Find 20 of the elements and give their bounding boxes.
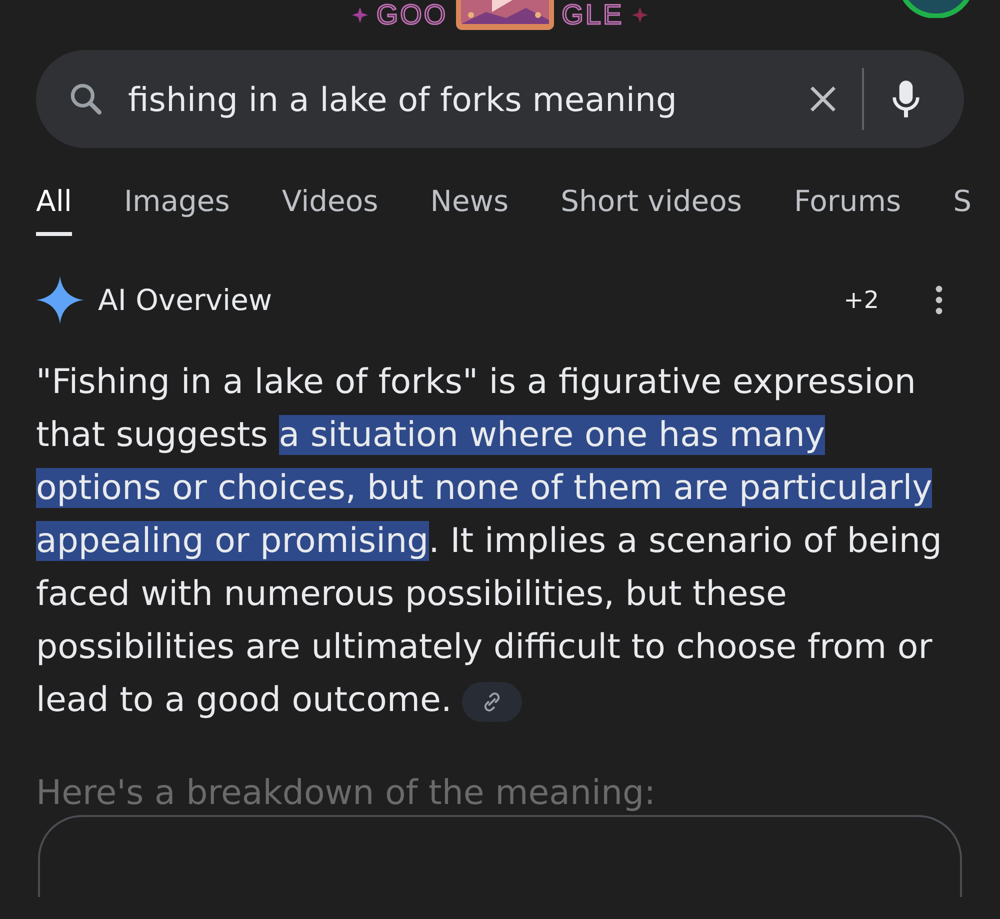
- link-button[interactable]: [462, 682, 522, 722]
- search-query: fishing in a lake of forks meaning: [128, 80, 678, 118]
- overview-title: AI Overview: [98, 283, 272, 317]
- sparkle-icon: [632, 7, 648, 23]
- logo-text: GOO: [376, 0, 448, 30]
- more-icon[interactable]: [933, 285, 945, 315]
- search-tab[interactable]: Short videos: [560, 184, 742, 236]
- section-heading: Here's a breakdown of the meaning:: [36, 773, 657, 813]
- sparkle-icon: [352, 7, 368, 23]
- logo-text: GLE: [562, 0, 624, 30]
- overview-paragraph: "Fishing in a lake of forks" is a figurative expression that suggests a situation where one has many options or choices, but none of them are particularly appealing or promising. It implies a scenario of being faced with numerous possibilities, but these possibilities are ultimately difficult to choose from or lead to a good outcome.: [36, 361, 943, 724]
- sparkle-icon: [36, 276, 84, 324]
- search-tab[interactable]: Forums: [794, 184, 902, 236]
- search-tab[interactable]: Images: [124, 184, 230, 236]
- search-tab[interactable]: Videos: [282, 184, 378, 236]
- search-tab[interactable]: All: [36, 184, 72, 236]
- search-field[interactable]: fishing in a lake of forks meaning: [36, 50, 964, 148]
- search-tab[interactable]: News: [430, 184, 509, 236]
- source-count[interactable]: +2: [844, 286, 879, 314]
- search-tab[interactable]: S: [953, 184, 972, 236]
